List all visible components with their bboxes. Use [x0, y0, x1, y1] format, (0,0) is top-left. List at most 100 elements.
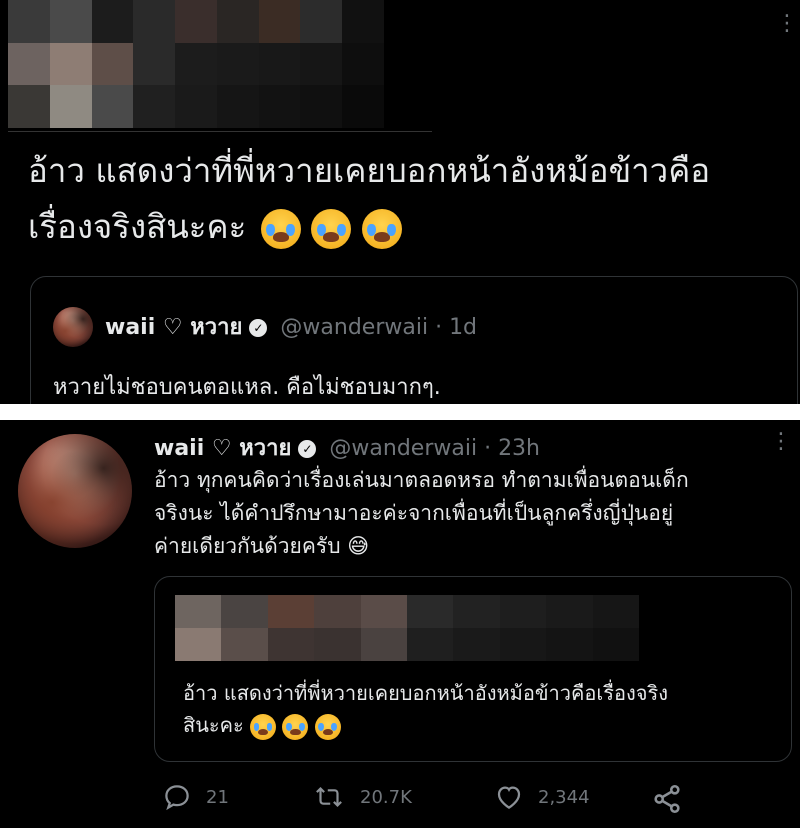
blur-block — [342, 42, 384, 86]
tweet-time: · 1d — [435, 315, 478, 340]
blur-block — [592, 595, 639, 628]
tweet-text-line-1: อ้าว แสดงว่าที่พี่หวายเคยบอกหน้าอังหม้อข… — [28, 151, 711, 190]
user-handle[interactable]: @wanderwaii — [329, 436, 477, 461]
retweet-button[interactable]: 20.7K — [312, 782, 412, 812]
blur-block — [360, 595, 407, 628]
quoted-tweet-card[interactable]: อ้าว แสดงว่าที่พี่หวายเคยบอกหน้าอังหม้อข… — [154, 576, 792, 762]
retweet-count: 20.7K — [360, 786, 412, 808]
blur-block — [49, 0, 92, 43]
blur-block — [546, 628, 593, 661]
blur-block — [258, 0, 301, 43]
share-icon — [654, 784, 680, 814]
blur-block — [314, 595, 361, 628]
tweet-text-line-2-text: เรื่องจริงสินะคะ — [28, 207, 247, 246]
crying-face-icon — [260, 208, 301, 249]
blur-block — [216, 42, 259, 86]
blur-block — [267, 628, 315, 661]
blur-block — [342, 85, 384, 128]
blur-block — [175, 0, 217, 43]
user-handle[interactable]: @wanderwaii — [280, 315, 428, 340]
bottom-tweet-screenshot: waii ♡ หวาย ✓ @wanderwaii · 23h ⋮ อ้าว ท… — [0, 420, 800, 828]
avatar[interactable] — [18, 434, 132, 548]
blur-block — [407, 595, 454, 628]
blur-block — [91, 85, 134, 128]
tweet-text: อ้าว แสดงว่าที่พี่หวายเคยบอกหน้าอังหม้อข… — [28, 143, 788, 255]
quoted-tweet-text: หวายไม่ชอบคนตอแหล. คือไม่ชอบมากๆ. — [53, 375, 441, 400]
blur-block — [49, 85, 92, 128]
quoted-tweet-card[interactable]: waii ♡ หวาย ✓ @wanderwaii · 1d หวายไม่ชอ… — [30, 276, 798, 404]
heart-icon — [497, 786, 521, 809]
blur-block — [133, 0, 176, 43]
blur-block — [453, 595, 500, 628]
more-vertical-icon[interactable]: ⋮ — [770, 431, 792, 453]
header-underline — [8, 131, 432, 132]
blurred-quoted-header — [175, 595, 639, 661]
reply-button[interactable]: 21 — [162, 782, 229, 812]
share-button[interactable] — [650, 782, 698, 816]
blur-block — [8, 0, 50, 43]
quoted-tweet-text-line-2-text: สินะคะ — [183, 713, 244, 737]
blur-block — [258, 42, 301, 86]
sweat-smile-emoji: 😅 — [347, 534, 370, 558]
tweet-text-line-2: จริงนะ ได้คำปรึกษามาอะค่ะจากเพื่อนที่เป็… — [154, 501, 674, 525]
blur-block — [499, 628, 547, 661]
tweet-text: อ้าว ทุกคนคิดว่าเรื่องเล่นมาตลอดหรอ ทำตา… — [154, 464, 794, 563]
blur-block — [300, 85, 343, 128]
crying-face-icon — [311, 208, 352, 249]
blur-block — [300, 0, 343, 43]
reply-count: 21 — [206, 786, 229, 808]
blur-block — [342, 0, 384, 43]
display-name[interactable]: waii ♡ หวาย — [154, 436, 291, 461]
tweet-text-line-1: อ้าว ทุกคนคิดว่าเรื่องเล่นมาตลอดหรอ ทำตา… — [154, 468, 689, 492]
blur-block — [175, 595, 222, 628]
crying-face-icon — [314, 713, 341, 740]
blur-block — [8, 42, 50, 86]
like-button[interactable]: 2,344 — [494, 782, 590, 812]
tweet-text-line-3-text: ค่ายเดียวกันด้วยครับ — [154, 534, 341, 558]
quoted-tweet-text-line-1: อ้าว แสดงว่าที่พี่หวายเคยบอกหน้าอังหม้อข… — [183, 681, 668, 705]
quoted-tweet-text-line-2: สินะคะ — [183, 709, 773, 741]
tweet-time: · 23h — [484, 436, 541, 461]
blur-block — [91, 0, 134, 43]
blur-block — [175, 628, 222, 661]
blur-block — [407, 628, 454, 661]
screenshot-divider — [0, 404, 800, 420]
avatar[interactable] — [53, 307, 93, 347]
verified-badge-icon: ✓ — [298, 440, 317, 458]
blurred-tweet-header — [8, 0, 384, 128]
reply-icon — [165, 785, 189, 811]
top-tweet-screenshot: ⋮ อ้าว แสดงว่าที่พี่หวายเคยบอกหน้าอังหม้… — [0, 0, 800, 404]
tweet-header: waii ♡ หวาย ✓ @wanderwaii · 23h — [154, 430, 540, 465]
display-name[interactable]: waii ♡ หวาย — [105, 315, 242, 340]
blur-block — [360, 628, 407, 661]
retweet-icon — [316, 786, 342, 808]
blur-block — [49, 42, 92, 86]
blur-block — [314, 628, 361, 661]
crying-face-icon — [250, 713, 277, 740]
blur-block — [258, 85, 301, 128]
blur-block — [453, 628, 500, 661]
blur-block — [499, 595, 547, 628]
blur-block — [592, 628, 639, 661]
blur-block — [175, 42, 217, 86]
blur-block — [8, 85, 50, 128]
blur-block — [216, 0, 259, 43]
blur-block — [175, 85, 217, 128]
blur-block — [267, 595, 315, 628]
blur-block — [133, 85, 176, 128]
crying-face-icon — [282, 713, 309, 740]
more-vertical-icon[interactable]: ⋮ — [776, 13, 798, 35]
quoted-tweet-header: waii ♡ หวาย ✓ @wanderwaii · 1d — [105, 309, 477, 344]
tweet-text-line-3: ค่ายเดียวกันด้วยครับ 😅 — [154, 530, 794, 563]
blur-block — [546, 595, 593, 628]
verified-badge-icon: ✓ — [249, 319, 268, 337]
blur-block — [300, 42, 343, 86]
blur-block — [221, 595, 268, 628]
like-count: 2,344 — [538, 786, 590, 808]
quoted-tweet-text: อ้าว แสดงว่าที่พี่หวายเคยบอกหน้าอังหม้อข… — [183, 677, 773, 741]
blur-block — [91, 42, 134, 86]
blur-block — [221, 628, 268, 661]
blur-block — [216, 85, 259, 128]
tweet-text-line-2: เรื่องจริงสินะคะ — [28, 199, 788, 255]
crying-face-icon — [361, 208, 402, 249]
